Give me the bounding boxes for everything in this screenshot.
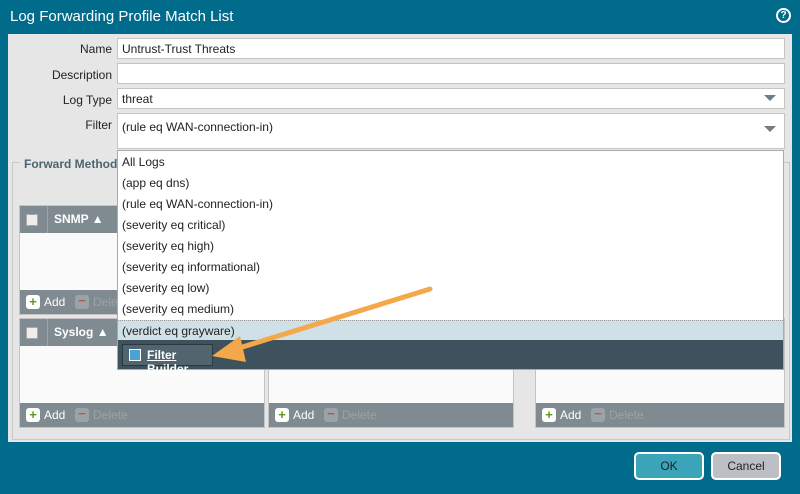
annotation-arrow bbox=[212, 286, 433, 362]
cancel-button[interactable]: Cancel bbox=[711, 452, 781, 480]
ok-button[interactable]: OK bbox=[634, 452, 704, 480]
